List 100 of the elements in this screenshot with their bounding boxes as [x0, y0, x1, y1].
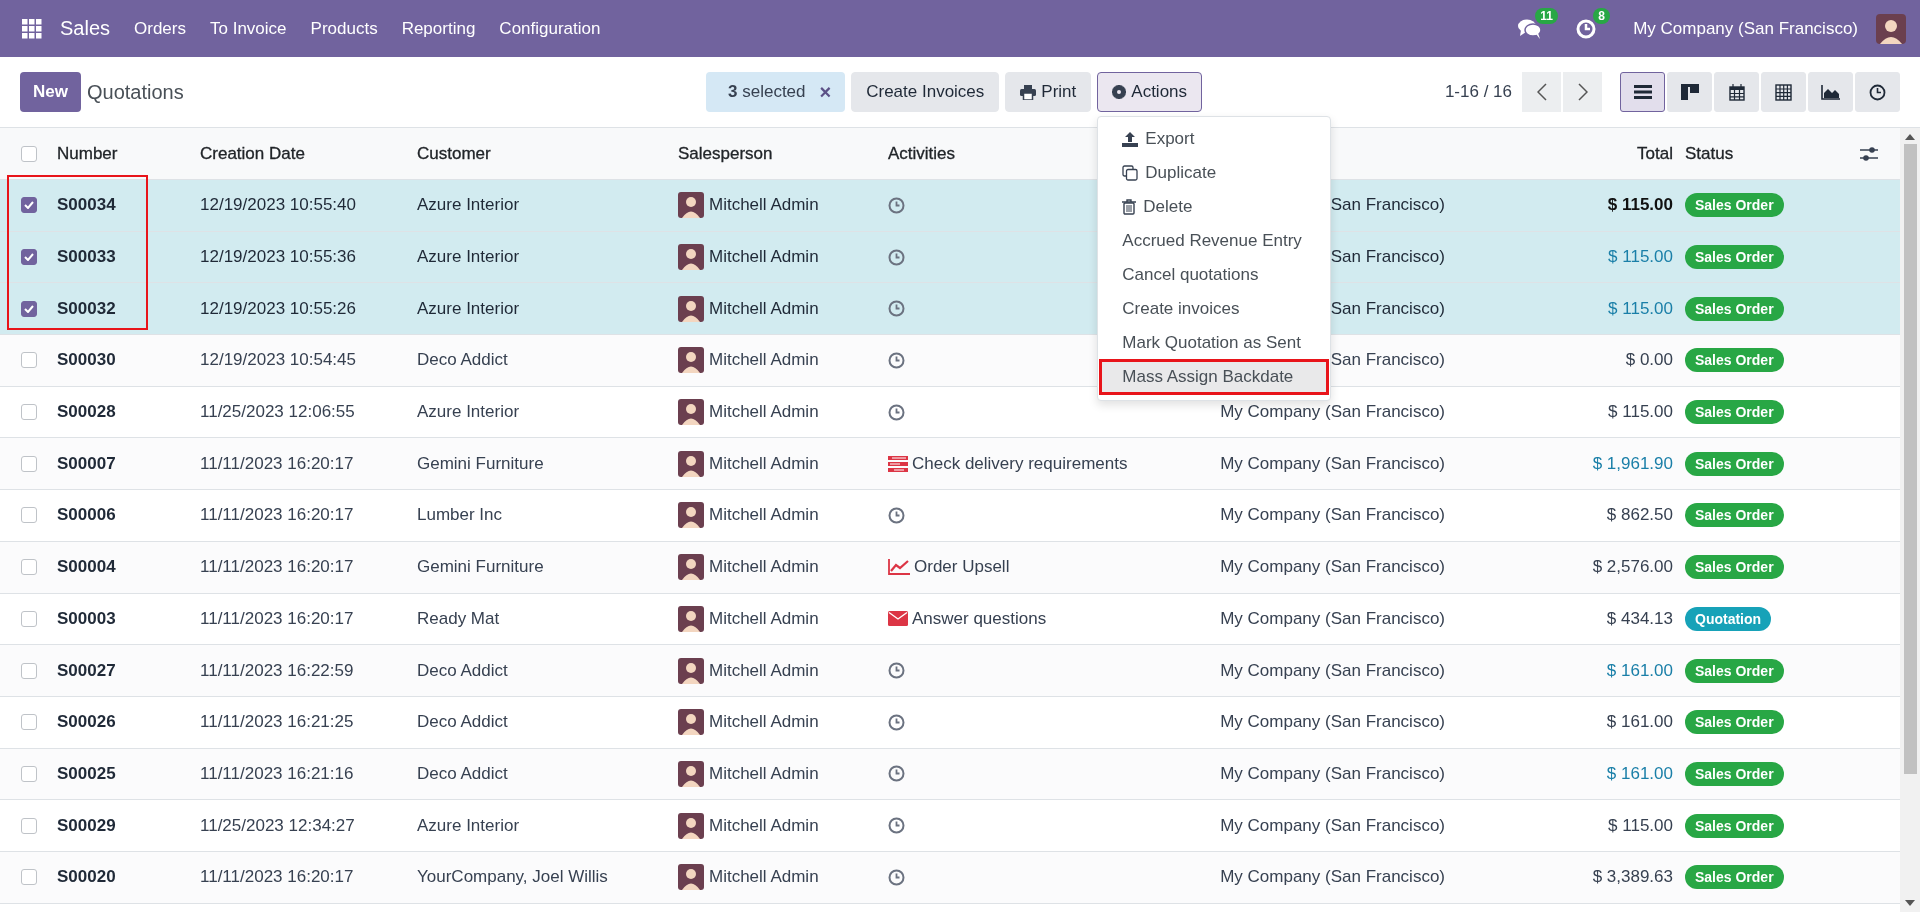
- row-checkbox[interactable]: [20, 404, 37, 421]
- row-checkbox[interactable]: [20, 352, 37, 369]
- clock-icon[interactable]: [888, 713, 905, 731]
- status-badge: Sales Order: [1685, 451, 1784, 476]
- creation-date: 11/11/2023 16:22:59: [200, 660, 354, 681]
- row-checkbox[interactable]: [20, 455, 37, 472]
- row-checkbox[interactable]: [20, 817, 37, 834]
- customer-name: Deco Addict: [417, 763, 508, 784]
- clock-icon[interactable]: [888, 196, 905, 214]
- clear-selection-button[interactable]: ×: [819, 80, 832, 104]
- line-chart-icon[interactable]: [888, 559, 910, 576]
- row-checkbox[interactable]: [20, 869, 37, 886]
- avatar: [678, 554, 704, 581]
- clock-icon[interactable]: [888, 248, 905, 266]
- actions-dropdown-button[interactable]: Actions: [1097, 72, 1203, 112]
- menu-item[interactable]: Delete: [1098, 190, 1331, 224]
- envelope-icon[interactable]: [888, 611, 908, 627]
- order-number: S00025: [57, 763, 116, 784]
- creation-date: 11/11/2023 16:20:17: [200, 505, 354, 526]
- salesperson-name: Mitchell Admin: [709, 557, 819, 578]
- user-avatar[interactable]: [1876, 13, 1906, 44]
- app-name-link[interactable]: Sales: [60, 17, 111, 40]
- task-list-icon[interactable]: [888, 455, 908, 472]
- row-checkbox[interactable]: [20, 197, 37, 214]
- copy-icon: [1122, 165, 1139, 181]
- column-header[interactable]: Number: [57, 143, 200, 164]
- column-header[interactable]: Total: [1445, 143, 1673, 164]
- clock-icon[interactable]: [888, 506, 905, 524]
- company-name: San Francisco): [1330, 350, 1445, 371]
- nav-menu-item[interactable]: Configuration: [499, 18, 601, 39]
- clock-icon[interactable]: [888, 351, 905, 369]
- company-name: My Company (San Francisco): [1220, 867, 1445, 888]
- clock-icon[interactable]: [888, 300, 905, 318]
- column-header[interactable]: Customer: [417, 143, 678, 164]
- scroll-up-icon[interactable]: [1905, 134, 1915, 140]
- select-all-checkbox[interactable]: [20, 145, 37, 162]
- avatar: [678, 760, 704, 787]
- company-switcher[interactable]: My Company (San Francisco): [1633, 18, 1858, 39]
- scroll-down-icon[interactable]: [1905, 900, 1915, 906]
- row-checkbox[interactable]: [20, 765, 37, 782]
- row-checkbox[interactable]: [20, 610, 37, 627]
- view-switcher-button[interactable]: [1620, 72, 1665, 112]
- menu-item[interactable]: Export: [1098, 122, 1331, 156]
- total-amount: $ 434.13: [1606, 608, 1673, 629]
- nav-menu-item[interactable]: To Invoice: [210, 18, 287, 39]
- clock-icon[interactable]: [888, 868, 905, 886]
- scrollbar[interactable]: [1900, 128, 1920, 912]
- customer-name: Deco Addict: [417, 660, 508, 681]
- nav-menu-item[interactable]: Products: [310, 18, 378, 39]
- creation-date: 11/11/2023 16:21:25: [200, 712, 354, 733]
- row-checkbox[interactable]: [20, 559, 37, 576]
- settings-sliders-icon[interactable]: [1860, 145, 1878, 162]
- toolbar-button[interactable]: Create Invoices: [851, 72, 1000, 112]
- clock-icon[interactable]: [888, 817, 905, 835]
- status-badge: Sales Order: [1685, 813, 1784, 838]
- pager-value: 1-16 / 16: [1444, 82, 1512, 102]
- menu-item[interactable]: Accrued Revenue Entry: [1098, 224, 1331, 258]
- total-amount: $ 1,961.90: [1592, 453, 1673, 474]
- customer-name: YourCompany, Joel Willis: [417, 867, 608, 888]
- row-checkbox[interactable]: [20, 507, 37, 524]
- salesperson-name: Mitchell Admin: [709, 298, 819, 319]
- nav-menu-item[interactable]: Reporting: [401, 18, 476, 39]
- menu-item[interactable]: Duplicate: [1098, 156, 1331, 190]
- column-header[interactable]: Salesperson: [678, 143, 888, 164]
- print-button[interactable]: Print: [1005, 72, 1092, 112]
- menu-item[interactable]: Mass Assign Backdate: [1100, 360, 1329, 394]
- salesperson-name: Mitchell Admin: [709, 815, 819, 836]
- row-checkbox[interactable]: [20, 249, 37, 266]
- row-checkbox[interactable]: [20, 300, 37, 317]
- order-number: S00029: [57, 815, 116, 836]
- column-header[interactable]: Creation Date: [200, 143, 417, 164]
- chevron-left-icon: [1536, 83, 1547, 101]
- order-number: S00007: [57, 453, 116, 474]
- table-grid-icon: [1775, 83, 1792, 101]
- avatar: [678, 709, 704, 736]
- clock-icon[interactable]: [888, 403, 905, 421]
- menu-item[interactable]: Cancel quotations: [1098, 258, 1331, 292]
- notification-badge: 11: [1535, 7, 1558, 24]
- status-badge: Sales Order: [1685, 555, 1784, 580]
- salesperson-name: Mitchell Admin: [709, 867, 819, 888]
- row-checkbox[interactable]: [20, 662, 37, 679]
- apps-menu-icon[interactable]: [22, 18, 42, 39]
- menu-item[interactable]: Mark Quotation as Sent: [1098, 326, 1331, 360]
- company-name: My Company (San Francisco): [1220, 763, 1445, 784]
- menu-item[interactable]: Create invoices: [1098, 292, 1331, 326]
- nav-menu-item[interactable]: Orders: [134, 18, 186, 39]
- company-name: My Company (San Francisco): [1220, 660, 1445, 681]
- company-name: San Francisco): [1330, 195, 1445, 216]
- clock-icon[interactable]: [888, 662, 905, 680]
- selection-count: 3 selected: [728, 82, 806, 102]
- new-button[interactable]: New: [20, 72, 81, 112]
- clock-icon[interactable]: [1575, 17, 1598, 40]
- row-checkbox[interactable]: [20, 714, 37, 731]
- clock-icon[interactable]: [888, 765, 905, 783]
- creation-date: 11/11/2023 16:20:17: [200, 608, 354, 629]
- total-amount: $ 115.00: [1607, 195, 1673, 216]
- customer-name: Azure Interior: [417, 247, 520, 268]
- activity-summary: Check delivery requirements: [912, 453, 1128, 474]
- column-header[interactable]: Status: [1673, 143, 1860, 164]
- company-name: San Francisco): [1330, 298, 1445, 319]
